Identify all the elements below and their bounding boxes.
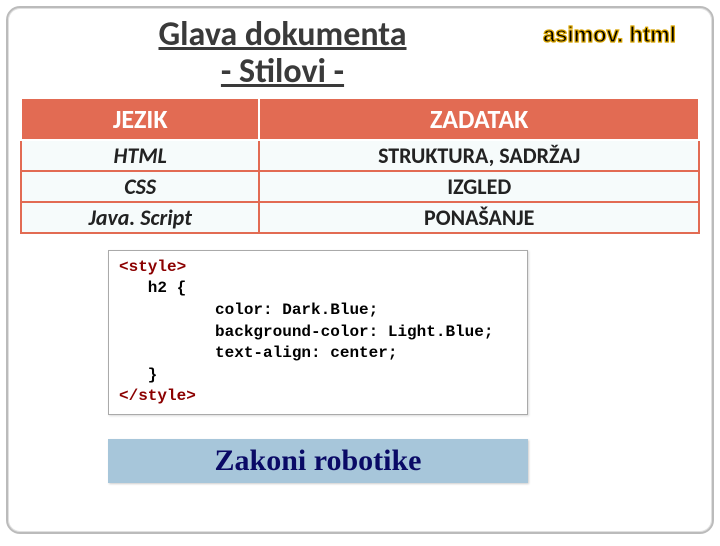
slide-frame: Glava dokumenta - Stilovi - asimov. html… — [6, 6, 714, 534]
cell-task: STRUKTURA, SADRŽAJ — [259, 140, 699, 171]
table-row: CSS IZGLED — [21, 171, 699, 202]
cell-lang: Java. Script — [21, 202, 259, 233]
title-block: Glava dokumenta - Stilovi - — [22, 16, 543, 91]
table-row: Java. Script PONAŠANJE — [21, 202, 699, 233]
header-row: Glava dokumenta - Stilovi - asimov. html — [8, 8, 712, 93]
code-line: </style> — [119, 387, 196, 405]
demo-bar: Zakoni robotike — [108, 439, 528, 483]
demo-heading: Zakoni robotike — [113, 444, 523, 478]
code-snippet: <style> h2 { color: Dark.Blue; backgroun… — [108, 250, 528, 415]
code-line: } — [119, 366, 157, 384]
code-line: text-align: center; — [119, 344, 397, 362]
cell-task: IZGLED — [259, 171, 699, 202]
language-task-table: JEZIK ZADATAK HTML STRUKTURA, SADRŽAJ CS… — [20, 97, 700, 234]
header-jezik: JEZIK — [21, 98, 259, 140]
code-line: h2 { — [119, 279, 186, 297]
cell-lang: HTML — [21, 140, 259, 171]
title-line-1: Glava dokumenta — [22, 16, 543, 53]
header-zadatak: ZADATAK — [259, 98, 699, 140]
cell-lang: CSS — [21, 171, 259, 202]
title-line-2: - Stilovi - — [22, 53, 543, 90]
table-header-row: JEZIK ZADATAK — [21, 98, 699, 140]
table-row: HTML STRUKTURA, SADRŽAJ — [21, 140, 699, 171]
code-line: <style> — [119, 258, 186, 276]
cell-task: PONAŠANJE — [259, 202, 699, 233]
demo-preview: Zakoni robotike — [108, 439, 528, 483]
code-line: color: Dark.Blue; — [119, 301, 378, 319]
filename-label: asimov. html — [543, 16, 698, 48]
code-line: background-color: Light.Blue; — [119, 323, 493, 341]
